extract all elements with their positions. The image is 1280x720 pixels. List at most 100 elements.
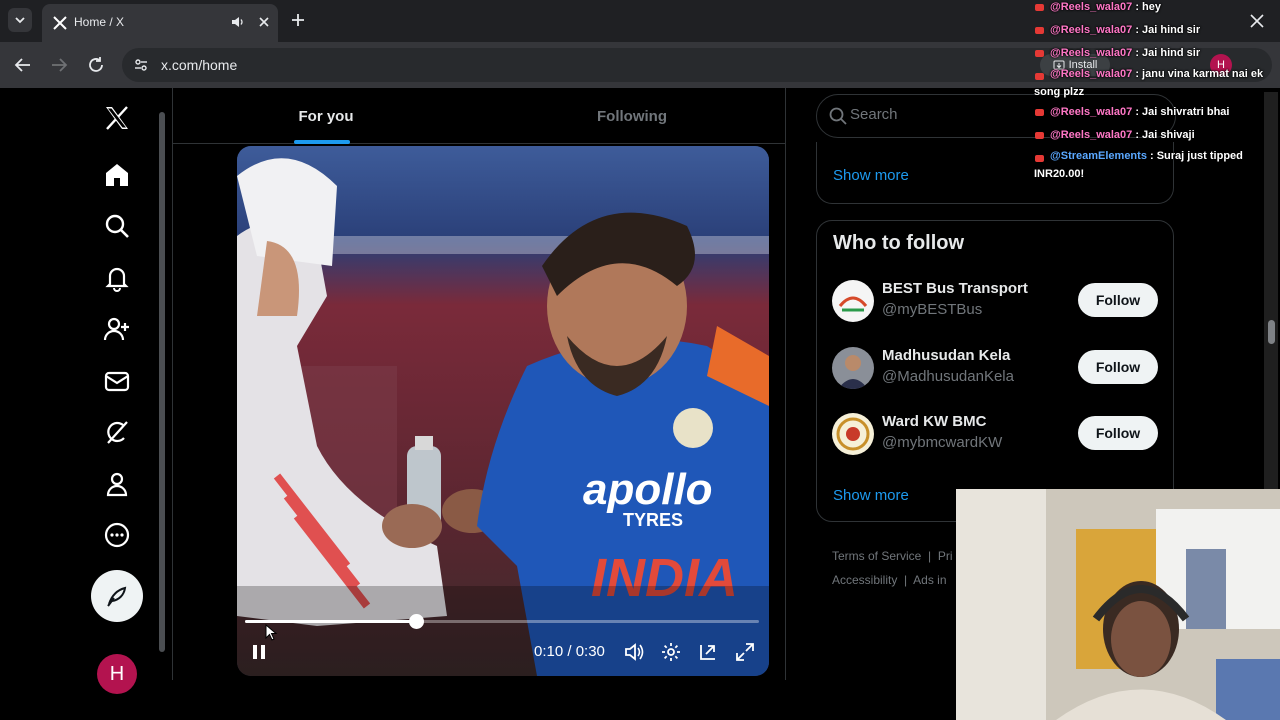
nav-profile[interactable] <box>101 468 133 500</box>
fullscreen-button[interactable] <box>733 640 757 664</box>
footer-link-terms[interactable]: Terms of Service <box>832 549 921 563</box>
active-tab-indicator <box>294 140 350 144</box>
nav-grok[interactable] <box>101 416 133 448</box>
left-scrollbar[interactable] <box>158 92 166 680</box>
new-tab-icon[interactable] <box>288 10 308 30</box>
chat-message: @Reels_wala07 : Jai shivratri bhai <box>1030 101 1278 124</box>
tab-title: Home / X <box>74 15 125 29</box>
site-settings-icon[interactable] <box>132 56 150 74</box>
video-settings-button[interactable] <box>659 640 683 664</box>
left-scrollbar-thumb[interactable] <box>159 112 165 652</box>
footer-link-ads[interactable]: Ads in <box>913 573 946 587</box>
nav-explore[interactable] <box>101 210 133 242</box>
chat-text: : Jai shivratri bhai <box>1132 106 1230 118</box>
reload-icon[interactable] <box>85 54 107 76</box>
page-scrollbar-thumb[interactable] <box>1268 320 1275 344</box>
youtube-badge-icon <box>1035 4 1044 11</box>
nav-more[interactable] <box>101 519 133 551</box>
add-person-icon <box>103 317 129 341</box>
webcam-feed <box>956 489 1280 720</box>
chevron-down-icon <box>15 17 25 24</box>
nav-home[interactable] <box>101 159 133 191</box>
tab-close-icon[interactable] <box>256 14 272 30</box>
video-progress-fill <box>245 620 417 623</box>
account-handle: @MadhusudanKela <box>882 368 1014 385</box>
account-handle: @mybmcwardKW <box>882 434 1003 451</box>
youtube-badge-icon <box>1035 109 1044 116</box>
chat-text: : Jai shivaji <box>1132 129 1195 141</box>
trends-show-more-link[interactable]: Show more <box>833 167 909 184</box>
timeline-tabs: For you Following <box>173 88 785 144</box>
x-logo-link[interactable] <box>101 102 133 134</box>
home-icon <box>106 164 128 186</box>
youtube-badge-icon <box>1035 73 1044 80</box>
mouse-cursor-icon <box>265 624 278 641</box>
account-name: Madhusudan Kela <box>882 347 1011 364</box>
footer-separator: | <box>904 573 908 587</box>
chat-message: @Reels_wala07 : Jai hind sir <box>1030 19 1278 42</box>
footer-link-privacy[interactable]: Pri <box>938 549 953 563</box>
who-to-follow-show-more-link[interactable]: Show more <box>833 487 909 504</box>
feather-icon <box>107 586 127 607</box>
account-name: BEST Bus Transport <box>882 280 1028 297</box>
grok-icon <box>107 421 128 444</box>
video-frame: apollo TYRES INDIA <box>237 146 769 676</box>
video-seek-bar[interactable] <box>245 614 759 629</box>
chat-username: @StreamElements <box>1050 150 1147 162</box>
account-avatar[interactable]: H <box>97 654 137 694</box>
more-icon <box>104 522 130 548</box>
video-time: 0:10 / 0:30 <box>534 643 605 660</box>
gear-icon <box>662 643 680 661</box>
account-name: Ward KW BMC <box>882 413 987 430</box>
x-logo-icon <box>106 106 128 130</box>
footer-line-1: Terms of Service | Pri <box>832 544 953 568</box>
follow-button[interactable]: Follow <box>1078 416 1158 450</box>
follow-suggestion[interactable]: Madhusudan Kela @MadhusudanKela Follow <box>816 335 1174 401</box>
nav-communities[interactable] <box>101 313 133 345</box>
chat-username: @Reels_wala07 <box>1050 106 1133 118</box>
footer-separator: | <box>928 549 932 563</box>
chat-username: @Reels_wala07 <box>1050 47 1133 59</box>
follow-suggestion[interactable]: BEST Bus Transport @myBESTBus Follow <box>816 268 1174 334</box>
follow-button[interactable]: Follow <box>1078 350 1158 384</box>
video-player[interactable]: apollo TYRES INDIA 0:10 / 0:30 <box>237 146 769 676</box>
svg-text:TYRES: TYRES <box>623 510 683 530</box>
webcam-overlay <box>956 489 1280 720</box>
chat-text: : Jai hind sir <box>1132 47 1201 59</box>
avatar <box>832 413 874 455</box>
nav-notifications[interactable] <box>101 262 133 294</box>
search-placeholder: Search <box>850 106 898 123</box>
dock-video-button[interactable] <box>696 640 720 664</box>
chat-message: @Reels_wala07 : hey <box>1030 0 1278 19</box>
fullscreen-icon <box>736 643 754 661</box>
footer-link-accessibility[interactable]: Accessibility <box>832 573 897 587</box>
tab-search-button[interactable] <box>8 8 32 32</box>
youtube-badge-icon <box>1035 155 1044 162</box>
search-icon <box>829 107 847 125</box>
back-arrow-icon[interactable] <box>12 54 34 76</box>
url-text[interactable]: x.com/home <box>161 57 237 73</box>
search-icon <box>105 214 129 238</box>
follow-button[interactable]: Follow <box>1078 283 1158 317</box>
x-sidebar <box>0 88 160 720</box>
chat-text: : hey <box>1132 1 1162 13</box>
bmc-emblem-icon <box>832 413 874 455</box>
speaker-icon[interactable] <box>230 14 246 30</box>
volume-button[interactable] <box>622 640 646 664</box>
post-button[interactable] <box>91 570 143 622</box>
person-photo-icon <box>832 347 874 389</box>
chat-message: @StreamElements : Suraj just tipped INR2… <box>1030 147 1278 183</box>
chat-message: @Reels_wala07 : Jai hind sir <box>1030 42 1278 65</box>
tab-following[interactable]: Following <box>479 88 785 144</box>
forward-arrow-icon[interactable] <box>48 54 70 76</box>
tab-for-you[interactable]: For you <box>173 88 479 144</box>
chat-message: @Reels_wala07 : Jai shivaji <box>1030 124 1278 147</box>
follow-suggestion[interactable]: Ward KW BMC @mybmcwardKW Follow <box>816 401 1174 467</box>
youtube-badge-icon <box>1035 27 1044 34</box>
bell-icon <box>105 267 129 292</box>
avatar <box>832 347 874 389</box>
pause-button[interactable] <box>247 640 271 664</box>
browser-tab-active[interactable]: Home / X <box>42 4 278 42</box>
best-bus-logo-icon <box>832 280 874 322</box>
nav-messages[interactable] <box>101 365 133 397</box>
